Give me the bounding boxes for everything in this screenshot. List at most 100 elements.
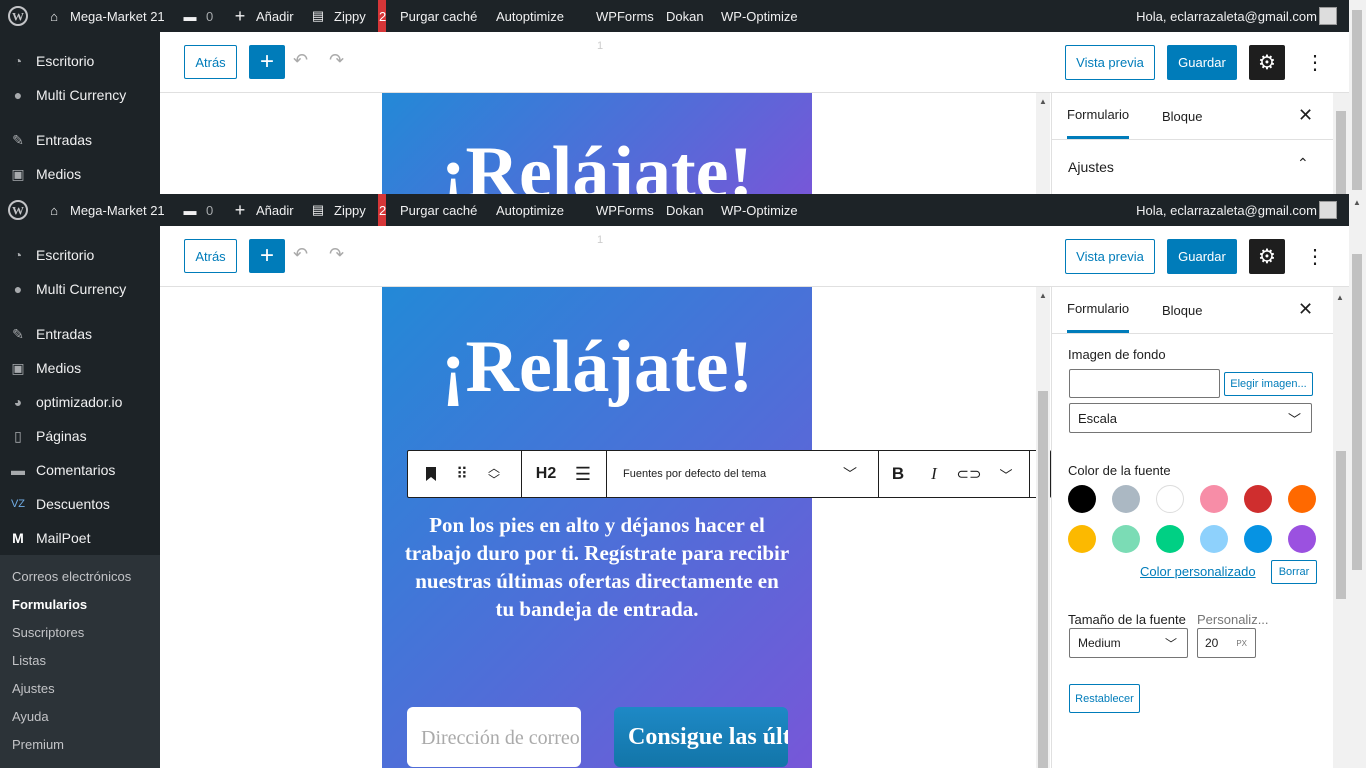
canvas-scrollbar[interactable]: ▲ <box>1036 287 1050 768</box>
submenu-formularios[interactable]: Formularios <box>12 597 87 612</box>
color-swatch-purple[interactable] <box>1288 525 1316 553</box>
panel-scrollbar[interactable]: ▲ <box>1333 287 1349 768</box>
color-swatch-amber[interactable] <box>1068 525 1096 553</box>
sidebar-item-mailpoet[interactable]: M MailPoet <box>0 521 160 555</box>
page-scrollbar[interactable]: ▲ <box>1349 194 1366 768</box>
scroll-up-icon[interactable]: ▲ <box>1039 291 1047 300</box>
scroll-up-icon[interactable]: ▲ <box>1336 293 1344 302</box>
submenu-correos[interactable]: Correos electrónicos <box>12 569 131 584</box>
submit-button[interactable]: Consigue las últimas ofertas <box>614 707 788 767</box>
settings-gear-button[interactable]: ⚙ <box>1249 45 1285 80</box>
form-heading-back[interactable]: ¡Relájate! <box>382 131 812 194</box>
submenu-ajustes[interactable]: Ajustes <box>12 681 55 696</box>
scroll-up-icon[interactable]: ▲ <box>1353 198 1361 207</box>
heading-level-button[interactable]: H2 <box>530 451 562 497</box>
close-icon[interactable]: ✕ <box>1298 299 1313 320</box>
account-greeting[interactable]: Hola, eclarrazaleta@gmail.com <box>1136 194 1317 226</box>
redo-icon[interactable]: ↷ <box>329 50 344 71</box>
add-block-button[interactable]: + <box>249 45 285 79</box>
sidebar-item-medios[interactable]: ▣ Medios <box>0 157 160 191</box>
sidebar-item-medios[interactable]: ▣ Medios <box>0 351 160 385</box>
sidebar-item-escritorio[interactable]: ◔ Escritorio <box>0 238 160 272</box>
preview-button[interactable]: Vista previa <box>1065 45 1155 80</box>
tab-formulario[interactable]: Formulario <box>1067 93 1130 139</box>
sidebar-item-descuentos[interactable]: VZ Descuentos <box>0 487 160 521</box>
sidebar-item-entradas[interactable]: ✎ Entradas <box>0 123 160 157</box>
wpforms-link[interactable]: WPForms <box>596 194 654 226</box>
dokan-link[interactable]: Dokan <box>666 0 704 32</box>
avatar[interactable] <box>1319 7 1337 25</box>
autoptimize-link[interactable]: Autoptimize <box>496 194 564 226</box>
bold-icon[interactable]: B <box>886 451 910 497</box>
more-options-button[interactable]: ⋮ <box>1305 45 1325 80</box>
chevron-up-icon[interactable]: ⌃ <box>1297 155 1309 172</box>
comments-link[interactable]: ▬ 0 <box>180 0 214 32</box>
autoptimize-link[interactable]: Autoptimize <box>496 0 564 32</box>
purge-cache-link[interactable]: Purgar caché <box>400 194 477 226</box>
back-button[interactable]: Atrás <box>184 239 237 273</box>
scroll-thumb[interactable] <box>1336 451 1346 599</box>
dokan-link[interactable]: Dokan <box>666 194 704 226</box>
wp-optimize-link[interactable]: WP-Optimize <box>721 194 798 226</box>
wp-optimize-link[interactable]: WP-Optimize <box>721 0 798 32</box>
align-center-icon[interactable]: ☰ <box>570 451 596 497</box>
add-block-button[interactable]: + <box>249 239 285 273</box>
new-content-link[interactable]: + Añadir <box>230 0 294 32</box>
account-greeting[interactable]: Hola, eclarrazaleta@gmail.com <box>1136 0 1317 32</box>
form-heading[interactable]: ¡Relájate! <box>382 325 812 410</box>
wordpress-logo-icon[interactable]: W <box>8 194 28 226</box>
color-swatch-light-blue[interactable] <box>1200 525 1228 553</box>
clear-color-button[interactable]: Borrar <box>1271 560 1317 584</box>
submenu-ayuda[interactable]: Ayuda <box>12 709 49 724</box>
color-swatch-black[interactable] <box>1068 485 1096 513</box>
settings-gear-button[interactable]: ⚙ <box>1249 239 1285 274</box>
comments-link[interactable]: ▬ 0 <box>180 194 214 226</box>
sidebar-item-multi-currency[interactable]: ● Multi Currency <box>0 272 160 306</box>
bg-image-url-input[interactable] <box>1069 369 1220 398</box>
form-block[interactable]: ¡Relájate! Pon los pies en alto y déjano… <box>382 287 812 768</box>
avatar[interactable] <box>1319 201 1337 219</box>
choose-image-button[interactable]: Elegir imagen... <box>1224 372 1313 396</box>
save-button[interactable]: Guardar <box>1167 45 1237 80</box>
sidebar-item-multi-currency[interactable]: ● Multi Currency <box>0 78 160 112</box>
more-options-button[interactable]: ⋮ <box>1305 239 1325 274</box>
tab-bloque[interactable]: Bloque <box>1162 93 1202 139</box>
sidebar-item-escritorio[interactable]: ◔ Escritorio <box>0 44 160 78</box>
chevron-down-icon[interactable]: ﹀ <box>838 451 862 497</box>
tab-formulario[interactable]: Formulario <box>1067 287 1130 333</box>
color-swatch-green[interactable] <box>1156 525 1184 553</box>
form-paragraph[interactable]: Pon los pies en alto y déjanos hacer el … <box>404 511 790 623</box>
scroll-up-icon[interactable]: ▲ <box>1039 97 1047 106</box>
wpforms-link[interactable]: WPForms <box>596 0 654 32</box>
font-family-select[interactable]: Fuentes por defecto del tema <box>623 451 853 497</box>
wordpress-logo-icon[interactable]: W <box>8 0 28 32</box>
italic-icon[interactable]: I <box>922 451 946 497</box>
color-swatch-white[interactable] <box>1156 485 1184 513</box>
canvas-scrollbar-back[interactable]: ▲ <box>1036 93 1050 194</box>
font-size-select[interactable]: Medium ﹀ <box>1069 628 1188 658</box>
color-swatch-light-green[interactable] <box>1112 525 1140 553</box>
color-swatch-orange[interactable] <box>1288 485 1316 513</box>
bookmark-icon[interactable] <box>418 451 444 497</box>
color-swatch-red[interactable] <box>1244 485 1272 513</box>
panel-scrollbar-back[interactable] <box>1333 93 1349 194</box>
custom-color-link[interactable]: Color personalizado <box>1140 564 1256 579</box>
more-formats-chevron-icon[interactable]: ﹀ <box>994 451 1018 497</box>
bg-scale-select[interactable]: Escala ﹀ <box>1069 403 1312 433</box>
sidebar-item-comentarios[interactable]: ▬ Comentarios <box>0 453 160 487</box>
sidebar-item-paginas[interactable]: ▯ Páginas <box>0 419 160 453</box>
scroll-thumb[interactable] <box>1352 254 1362 570</box>
purge-cache-link[interactable]: Purgar caché <box>400 0 477 32</box>
sidebar-item-entradas[interactable]: ✎ Entradas <box>0 317 160 351</box>
redo-icon[interactable]: ↷ <box>329 244 344 265</box>
email-input[interactable]: Dirección de correo electrónico <box>407 707 581 767</box>
back-button[interactable]: Atrás <box>184 45 237 79</box>
custom-size-input[interactable]: 20 PX <box>1197 628 1256 658</box>
tab-bloque[interactable]: Bloque <box>1162 287 1202 333</box>
preview-button[interactable]: Vista previa <box>1065 239 1155 274</box>
close-icon[interactable]: ✕ <box>1298 105 1313 126</box>
site-name-link[interactable]: ⌂ Mega-Market 21 <box>44 0 165 32</box>
drag-handle-icon[interactable]: ⠿ <box>450 451 474 497</box>
zippy-link[interactable]: ▤ Zippy <box>308 194 366 226</box>
sidebar-item-optimizador[interactable]: ◕ optimizador.io <box>0 385 160 419</box>
